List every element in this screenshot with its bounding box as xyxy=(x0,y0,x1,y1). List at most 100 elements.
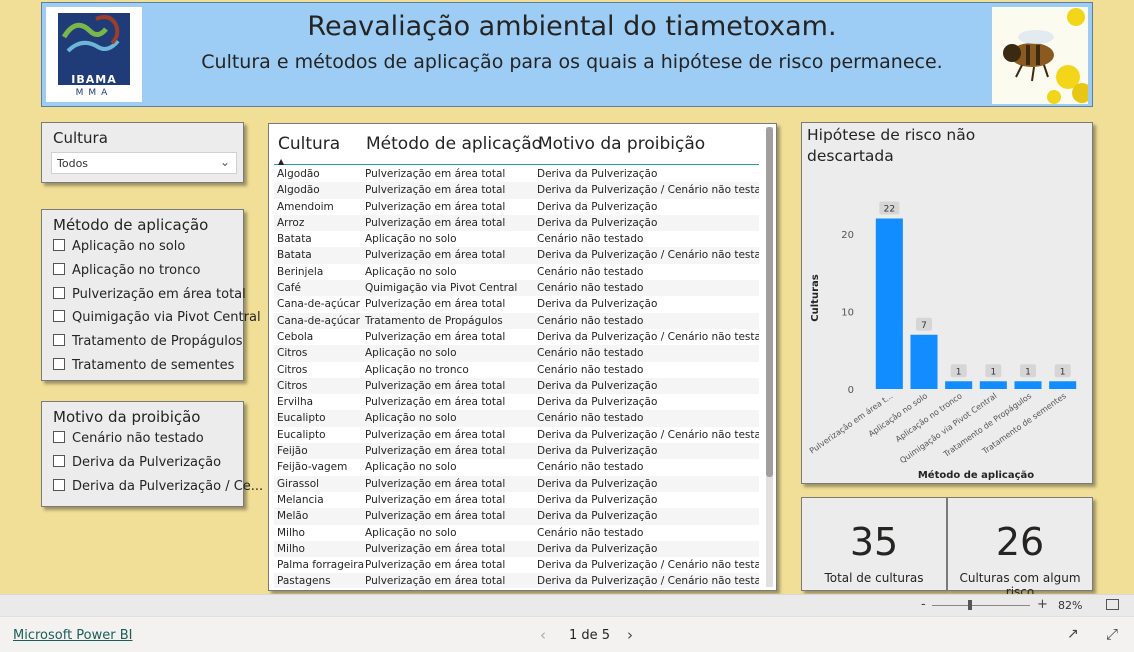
kpi-value: 35 xyxy=(849,520,899,564)
metodo-option[interactable]: Pulverização em área total xyxy=(53,287,246,302)
table-row[interactable]: Ervilha Pulverização em área total Deriva … xyxy=(274,394,759,411)
scrollbar-thumb[interactable] xyxy=(766,127,773,477)
y-tick-label: 0 xyxy=(848,385,854,396)
table-row[interactable]: Amendoim Pulverização em área total Deriva… xyxy=(274,198,759,215)
table-body: Algodão Pulverização em área total Deriva … xyxy=(274,166,759,588)
table-scrollbar[interactable] xyxy=(766,127,773,587)
cultura-slicer: Cultura Todos ⌄ xyxy=(41,122,244,183)
table-row[interactable]: Feijão-vagem Aplicação no solo Cenário não… xyxy=(274,459,759,476)
table-row[interactable]: Cana-de-açúcar Pulverização em área total… xyxy=(274,296,759,313)
table-cell: Cenário não testado xyxy=(537,233,644,246)
checkbox-icon[interactable] xyxy=(53,310,65,322)
table-row[interactable]: Café Quimigação via Pivot Central Cenário … xyxy=(274,280,759,297)
sort-ascending-icon: ▲ xyxy=(278,157,285,166)
table-cell: Melancia xyxy=(277,493,324,506)
fit-to-page-icon[interactable] xyxy=(1106,599,1119,610)
table-row[interactable]: Feijão Pulverização em área total Deriva d… xyxy=(274,443,759,460)
page-subtitle: Cultura e métodos de aplicação para os q… xyxy=(201,51,943,73)
table-row[interactable]: Cebola Pulverização em área total Deriva d… xyxy=(274,328,759,346)
chevron-down-icon: ⌄ xyxy=(219,155,230,169)
table-cell: Pulverização em área total xyxy=(365,493,506,506)
motivo-option[interactable]: Cenário não testado xyxy=(53,431,204,446)
table-cell: Deriva da Pulverização xyxy=(537,216,658,229)
data-label: 7 xyxy=(921,321,927,331)
table-cell: Cenário não testado xyxy=(537,363,644,376)
zoom-slider[interactable] xyxy=(932,605,1030,606)
ibama-logo: IBAMA MMA xyxy=(46,7,142,102)
logo-subtext: MMA xyxy=(75,88,113,98)
checkbox-icon[interactable] xyxy=(53,287,65,299)
metodo-option[interactable]: Quimigação via Pivot Central xyxy=(53,310,261,325)
table-row[interactable]: Melancia Pulverização em área total Deriva… xyxy=(274,491,759,509)
table-row[interactable]: Melão Pulverização em área total Deriva da… xyxy=(274,508,759,525)
chart-bar[interactable] xyxy=(1049,381,1077,389)
zoom-in-button[interactable]: + xyxy=(1037,597,1048,612)
column-header-cultura[interactable]: Cultura xyxy=(278,134,340,154)
power-bi-link[interactable]: Microsoft Power BI xyxy=(13,628,132,643)
crops-table: Cultura Método de aplicação Motivo da pr… xyxy=(268,123,777,591)
table-cell: Algodão xyxy=(277,184,320,197)
metodo-option[interactable]: Aplicação no solo xyxy=(53,239,185,254)
table-cell: Ervilha xyxy=(277,396,314,409)
metodo-option[interactable]: Tratamento de sementes xyxy=(53,358,234,373)
table-cell: Deriva da Pulverização / Cenário não tes… xyxy=(537,575,759,588)
motivo-option[interactable]: Deriva da Pulverização / Ce... xyxy=(53,479,263,494)
table-cell: Pulverização em área total xyxy=(365,428,506,441)
table-row[interactable]: Citros Pulverização em área total Deriva d… xyxy=(274,377,759,395)
table-row[interactable]: Eucalipto Pulverização em área total Deriv… xyxy=(274,426,759,444)
share-icon[interactable]: ↗ xyxy=(1067,626,1079,642)
column-header-motivo[interactable]: Motivo da proibição xyxy=(538,134,705,154)
table-row[interactable]: Citros Aplicação no tronco Cenário não tes… xyxy=(274,361,759,378)
kpi-label: Total de culturas xyxy=(824,571,924,585)
table-row[interactable]: Batata Pulverização em área total Deriva d… xyxy=(274,247,759,264)
table-cell: Deriva da Pulverização xyxy=(537,379,658,392)
column-header-metodo[interactable]: Método de aplicação xyxy=(366,134,542,154)
table-cell: Pastagens xyxy=(277,575,331,588)
table-row[interactable]: Berinjela Aplicação no solo Cenário não te… xyxy=(274,263,759,281)
table-row[interactable]: Batata Aplicação no solo Cenário não testa… xyxy=(274,231,759,248)
checkbox-icon[interactable] xyxy=(53,431,65,443)
checkbox-icon[interactable] xyxy=(53,263,65,275)
checkbox-icon[interactable] xyxy=(53,479,65,491)
data-label: 1 xyxy=(956,367,962,377)
table-cell: Pulverização em área total xyxy=(365,216,506,229)
kpi-culturas-risco: 26 Culturas com algum risco xyxy=(947,497,1093,594)
chart-bar[interactable] xyxy=(910,334,938,389)
table-cell: Tratamento de Propágulos xyxy=(365,314,503,327)
table-row[interactable]: Pastagens Pulverização em área total Deriv… xyxy=(274,573,759,588)
chart-bar[interactable] xyxy=(979,381,1007,389)
checkbox-icon[interactable] xyxy=(53,334,65,346)
table-row[interactable]: Milho Aplicação no solo Cenário não testad… xyxy=(274,524,759,541)
table-row[interactable]: Palma forrageira Pulverização em área tot… xyxy=(274,557,759,574)
zoom-slider-thumb[interactable] xyxy=(968,600,972,610)
cultura-slicer-title: Cultura xyxy=(53,129,108,147)
table-cell: Deriva da Pulverização / Cenário não tes… xyxy=(537,330,759,343)
table-row[interactable]: Algodão Pulverização em área total Deriva … xyxy=(274,182,759,199)
table-row[interactable]: Arroz Pulverização em área total Deriva da… xyxy=(274,214,759,232)
checkbox-icon[interactable] xyxy=(53,358,65,370)
table-row[interactable]: Citros Aplicação no solo Cenário não testa… xyxy=(274,345,759,362)
cultura-dropdown[interactable]: Todos ⌄ xyxy=(51,152,237,174)
checkbox-icon[interactable] xyxy=(53,239,65,251)
metodo-option[interactable]: Tratamento de Propágulos xyxy=(53,334,243,349)
table-row[interactable]: Girassol Pulverização em área total Deriva… xyxy=(274,475,759,492)
table-row[interactable]: Milho Pulverização em área total Deriva da… xyxy=(274,540,759,558)
motivo-option[interactable]: Deriva da Pulverização xyxy=(53,455,221,470)
prev-page-icon[interactable]: ‹ xyxy=(540,626,546,644)
metodo-option-label: Tratamento de sementes xyxy=(72,358,235,373)
checkbox-icon[interactable] xyxy=(53,455,65,467)
zoom-out-button[interactable]: - xyxy=(921,597,926,612)
metodo-option[interactable]: Aplicação no tronco xyxy=(53,263,200,278)
table-cell: Cenário não testado xyxy=(537,526,644,539)
chart-bar[interactable] xyxy=(1014,381,1042,389)
table-row[interactable]: Eucalipto Aplicação no solo Cenário não te… xyxy=(274,410,759,427)
metodo-option-label: Quimigação via Pivot Central xyxy=(72,310,261,325)
table-row[interactable]: Algodão Pulverização em área total Deriva … xyxy=(274,166,759,183)
motivo-slicer-title: Motivo da proibição xyxy=(53,408,201,426)
chart-bar[interactable] xyxy=(945,381,973,389)
chart-bar[interactable] xyxy=(875,218,903,390)
metodo-option-label: Pulverização em área total xyxy=(72,287,246,302)
next-page-icon[interactable]: › xyxy=(627,626,633,644)
fullscreen-icon[interactable]: ⤢ xyxy=(1106,625,1118,643)
table-row[interactable]: Cana-de-açúcar Tratamento de Propágulos Ce… xyxy=(274,312,759,329)
